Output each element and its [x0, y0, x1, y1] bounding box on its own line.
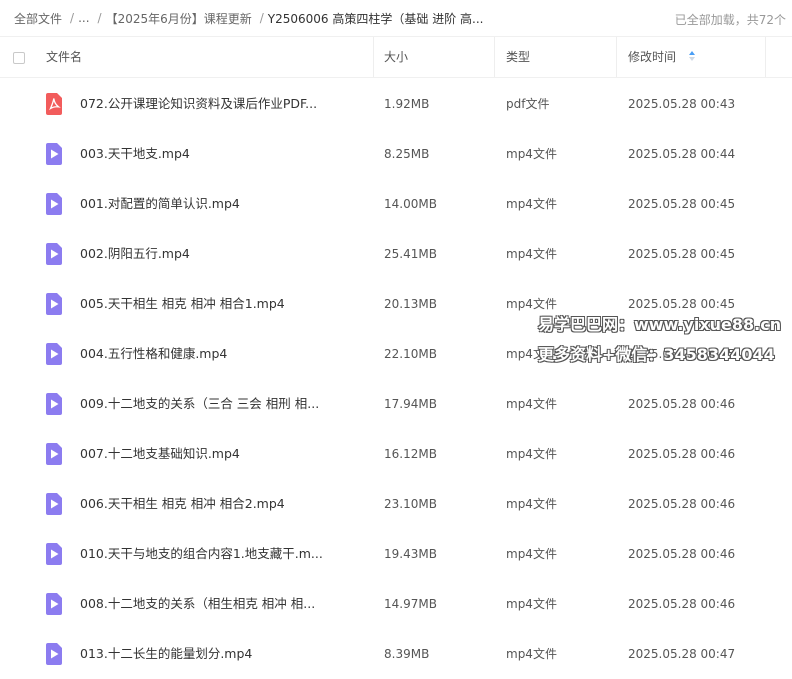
file-type: mp4文件	[506, 347, 557, 361]
file-type: mp4文件	[506, 547, 557, 561]
video-file-icon	[44, 593, 64, 615]
file-size: 8.25MB	[384, 147, 430, 161]
file-name[interactable]: 007.十二地支基础知识.mp4	[80, 429, 240, 479]
breadcrumb-separator: /	[70, 11, 75, 25]
video-file-icon	[44, 443, 64, 465]
file-size: 22.10MB	[384, 347, 437, 361]
file-modified-time: 2025.05.28 00:44	[628, 147, 736, 161]
file-size: 14.97MB	[384, 597, 437, 611]
breadcrumb-separator: /	[97, 11, 102, 25]
breadcrumb-parent-folder[interactable]: 【2025年6月份】课程更新	[106, 10, 252, 27]
file-modified-time: 2025.05.28 00:45	[628, 197, 736, 211]
file-modified-time: 2025.05.28 00:46	[628, 547, 736, 561]
file-name[interactable]: 004.五行性格和健康.mp4	[80, 329, 227, 379]
loaded-count-status: 已全部加载，共72个	[674, 13, 786, 27]
file-type: mp4文件	[506, 197, 557, 211]
breadcrumb-separator: /	[259, 11, 264, 25]
file-name[interactable]: 005.天干相生 相克 相冲 相合1.mp4	[80, 279, 285, 329]
select-all-checkbox[interactable]	[13, 52, 25, 64]
file-name[interactable]: 008.十二地支的关系（相生相克 相冲 相...	[80, 579, 315, 629]
file-row[interactable]: 010.天干与地支的组合内容1.地支藏干.m... 19.43MB mp4文件 202…	[0, 529, 792, 579]
file-type: pdf文件	[506, 97, 550, 111]
file-size: 25.41MB	[384, 247, 437, 261]
video-file-icon	[44, 543, 64, 565]
file-row[interactable]: 006.天干相生 相克 相冲 相合2.mp4 23.10MB mp4文件 2025.0…	[0, 479, 792, 529]
file-type: mp4文件	[506, 247, 557, 261]
file-modified-time: 2025.05.28 00:46	[628, 597, 736, 611]
breadcrumb: 全部文件 / ... / 【2025年6月份】课程更新 / Y2506006 高…	[0, 10, 654, 27]
column-divider	[616, 37, 617, 77]
video-file-icon	[44, 193, 64, 215]
column-divider	[373, 37, 374, 77]
topbar: 全部文件 / ... / 【2025年6月份】课程更新 / Y2506006 高…	[0, 0, 792, 36]
file-type: mp4文件	[506, 397, 557, 411]
file-type: mp4文件	[506, 447, 557, 461]
file-modified-time: 2025.05.28 00:45	[628, 247, 736, 261]
video-file-icon	[44, 293, 64, 315]
video-file-icon	[44, 143, 64, 165]
file-modified-time: 2025.05.28 00:43	[628, 97, 736, 111]
breadcrumb-root[interactable]: 全部文件	[14, 10, 62, 27]
file-size: 20.13MB	[384, 297, 437, 311]
breadcrumb-current-folder: Y2506006 高策四柱学（基础 进阶 高...	[267, 11, 484, 26]
file-size: 8.39MB	[384, 647, 430, 661]
file-row[interactable]: 009.十二地支的关系（三合 三会 相刑 相... 17.94MB mp4文件 202…	[0, 379, 792, 429]
column-header-type[interactable]: 类型	[506, 37, 530, 77]
file-name[interactable]: 009.十二地支的关系（三合 三会 相刑 相...	[80, 379, 319, 429]
file-name[interactable]: 006.天干相生 相克 相冲 相合2.mp4	[80, 479, 285, 529]
video-file-icon	[44, 343, 64, 365]
file-name[interactable]: 003.天干地支.mp4	[80, 129, 190, 179]
file-modified-time: 2025.05.28 00:45	[628, 297, 736, 311]
file-row[interactable]: 005.天干相生 相克 相冲 相合1.mp4 20.13MB mp4文件 2025.0…	[0, 279, 792, 329]
video-file-icon	[44, 643, 64, 665]
file-type: mp4文件	[506, 647, 557, 661]
file-size: 23.10MB	[384, 497, 437, 511]
file-modified-time: 2025.05.28 00:46	[628, 497, 736, 511]
sort-caret-icon[interactable]	[688, 50, 696, 62]
file-list: 072.公开课理论知识资料及课后作业PDF... 1.92MB pdf文件 2025.…	[0, 79, 792, 679]
file-size: 14.00MB	[384, 197, 437, 211]
file-row[interactable]: 001.对配置的简单认识.mp4 14.00MB mp4文件 2025.05.28 0…	[0, 179, 792, 229]
file-row[interactable]: 072.公开课理论知识资料及课后作业PDF... 1.92MB pdf文件 2025.…	[0, 79, 792, 129]
pdf-file-icon	[44, 93, 64, 115]
file-type: mp4文件	[506, 297, 557, 311]
video-file-icon	[44, 393, 64, 415]
file-type: mp4文件	[506, 147, 557, 161]
breadcrumb-ellipsis[interactable]: ...	[78, 11, 89, 25]
file-row[interactable]: 007.十二地支基础知识.mp4 16.12MB mp4文件 2025.05.28 0…	[0, 429, 792, 479]
column-header-mtime[interactable]: 修改时间	[628, 37, 696, 77]
file-modified-time: 2025.05.28 00:47	[628, 647, 736, 661]
column-divider	[494, 37, 495, 77]
file-row[interactable]: 008.十二地支的关系（相生相克 相冲 相... 14.97MB mp4文件 2025…	[0, 579, 792, 629]
file-size: 1.92MB	[384, 97, 430, 111]
column-divider	[765, 37, 766, 77]
column-header-mtime-label: 修改时间	[628, 50, 677, 64]
file-type: mp4文件	[506, 597, 557, 611]
file-size: 19.43MB	[384, 547, 437, 561]
video-file-icon	[44, 493, 64, 515]
file-modified-time: 2025.05.28 00:45	[628, 347, 736, 361]
file-size: 17.94MB	[384, 397, 437, 411]
file-modified-time: 2025.05.28 00:46	[628, 397, 736, 411]
file-type: mp4文件	[506, 497, 557, 511]
file-name[interactable]: 013.十二长生的能量划分.mp4	[80, 629, 252, 679]
file-name[interactable]: 072.公开课理论知识资料及课后作业PDF...	[80, 79, 317, 129]
file-row[interactable]: 003.天干地支.mp4 8.25MB mp4文件 2025.05.28 00:44	[0, 129, 792, 179]
file-name[interactable]: 002.阴阳五行.mp4	[80, 229, 190, 279]
video-file-icon	[44, 243, 64, 265]
file-modified-time: 2025.05.28 00:46	[628, 447, 736, 461]
file-row[interactable]: 013.十二长生的能量划分.mp4 8.39MB mp4文件 2025.05.28 0…	[0, 629, 792, 679]
column-header-name[interactable]: 文件名	[46, 37, 82, 77]
file-row[interactable]: 002.阴阳五行.mp4 25.41MB mp4文件 2025.05.28 00:45	[0, 229, 792, 279]
table-header: 文件名 大小 类型 修改时间	[0, 36, 792, 78]
file-row[interactable]: 004.五行性格和健康.mp4 22.10MB mp4文件 2025.05.28 00…	[0, 329, 792, 379]
file-size: 16.12MB	[384, 447, 437, 461]
file-name[interactable]: 010.天干与地支的组合内容1.地支藏干.m...	[80, 529, 323, 579]
column-header-size[interactable]: 大小	[384, 37, 408, 77]
file-name[interactable]: 001.对配置的简单认识.mp4	[80, 179, 240, 229]
